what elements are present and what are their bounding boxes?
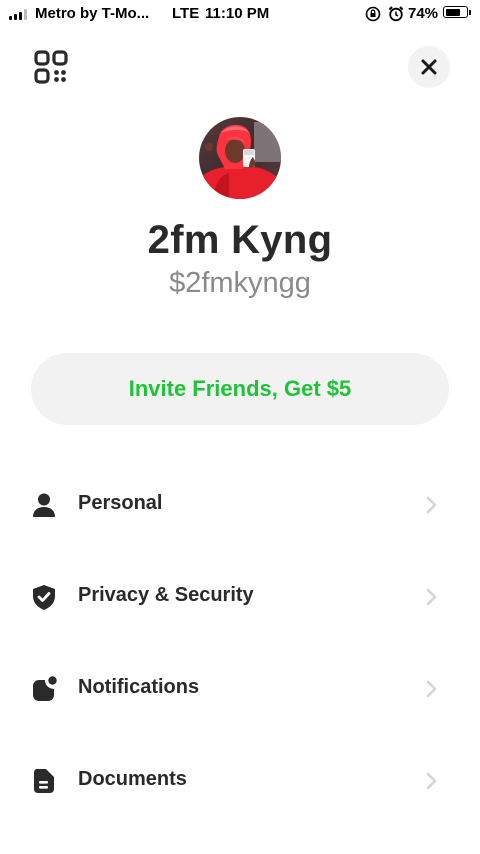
carrier-name: Metro by T-Mo... bbox=[35, 5, 150, 22]
close-icon bbox=[421, 59, 437, 75]
battery-percentage: 74% bbox=[408, 5, 439, 22]
display-name: 2fm Kyng bbox=[147, 218, 333, 262]
clock: 11:10 PM bbox=[205, 5, 270, 22]
profile-screen: Metro by T-Mo... LTE 11:10 PM 74% 2fm Ky… bbox=[0, 0, 480, 854]
avatar[interactable] bbox=[199, 117, 281, 199]
alarm-icon bbox=[388, 6, 404, 22]
shield-check-icon bbox=[33, 585, 55, 610]
close-button[interactable] bbox=[408, 46, 450, 88]
chevron-right-icon bbox=[426, 772, 437, 790]
person-icon bbox=[33, 493, 55, 517]
menu-item-notifications[interactable]: Notifications bbox=[0, 658, 480, 718]
status-bar: Metro by T-Mo... LTE 11:10 PM 74% bbox=[0, 0, 480, 28]
menu-item-documents[interactable]: Documents bbox=[0, 750, 480, 810]
rotation-lock-icon bbox=[365, 6, 381, 22]
chevron-right-icon bbox=[426, 588, 437, 606]
menu-item-privacy-security[interactable]: Privacy & Security bbox=[0, 566, 480, 626]
menu-item-label: Notifications bbox=[78, 676, 200, 698]
battery-tip bbox=[469, 10, 471, 15]
invite-friends-button[interactable]: Invite Friends, Get $5 bbox=[31, 353, 449, 425]
chevron-right-icon bbox=[426, 680, 437, 698]
profile-photo bbox=[199, 117, 281, 199]
qr-code-button[interactable] bbox=[32, 48, 70, 86]
network-type: LTE bbox=[172, 5, 200, 22]
document-icon bbox=[34, 769, 54, 793]
chevron-right-icon bbox=[426, 496, 437, 514]
battery-icon bbox=[443, 6, 468, 18]
battery-level-fill bbox=[445, 8, 461, 16]
menu-item-label: Documents bbox=[78, 768, 187, 790]
menu-item-personal[interactable]: Personal bbox=[0, 474, 480, 534]
cashtag: $2fmkyngg bbox=[169, 267, 311, 299]
menu-item-label: Privacy & Security bbox=[78, 584, 254, 606]
qr-code-icon bbox=[34, 50, 68, 84]
menu-item-label: Personal bbox=[78, 492, 163, 514]
notification-icon bbox=[33, 676, 57, 701]
signal-strength-icon bbox=[9, 9, 27, 20]
